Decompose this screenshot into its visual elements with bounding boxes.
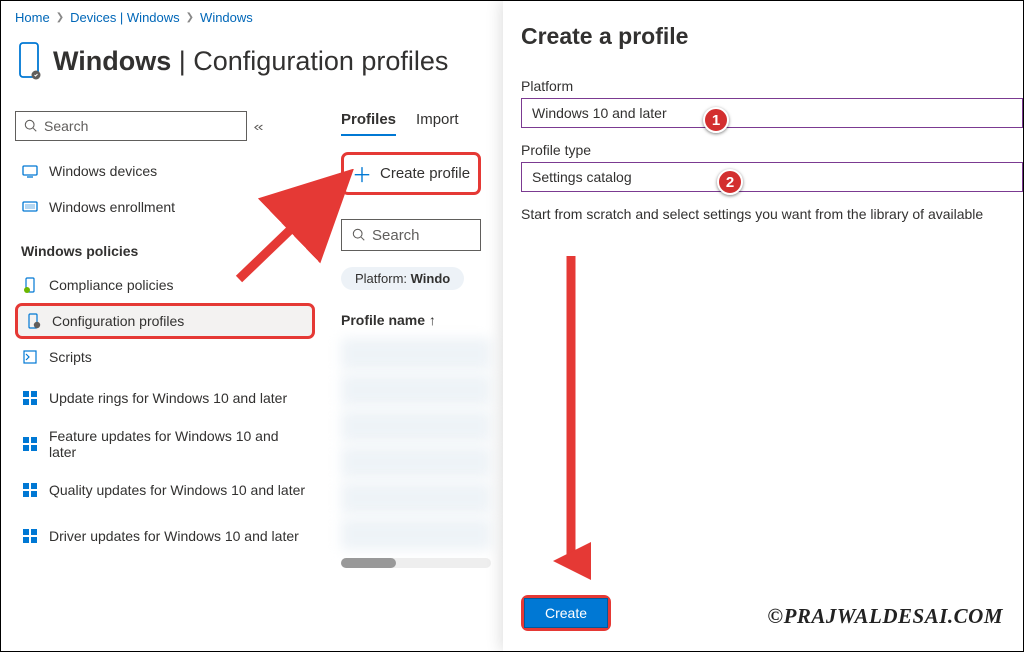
- watermark: ©PRAJWALDESAI.COM: [767, 604, 1003, 629]
- tab-profiles[interactable]: Profiles: [341, 111, 396, 136]
- platform-value: Windows 10 and later: [532, 105, 667, 121]
- sidebar-item-label: Windows enrollment: [49, 199, 175, 215]
- profiles-search-input[interactable]: Search: [341, 219, 481, 251]
- search-icon: [24, 119, 38, 133]
- horizontal-scrollbar[interactable]: [341, 558, 491, 568]
- sidebar-item-label: Scripts: [49, 349, 92, 365]
- sidebar-section-label: Windows policies: [21, 243, 315, 259]
- breadcrumb-devices[interactable]: Devices | Windows: [70, 10, 180, 25]
- profile-list-blurred: [341, 338, 491, 550]
- sidebar-item-label: Driver updates for Windows 10 and later: [49, 528, 299, 544]
- page-title: Windows | Configuration profiles: [53, 46, 448, 77]
- sidebar-item-driver-updates[interactable]: Driver updates for Windows 10 and later: [15, 513, 315, 559]
- sidebar-item-label: Feature updates for Windows 10 and later: [49, 428, 309, 460]
- config-profile-icon: [24, 313, 42, 329]
- platform-label: Platform: [521, 78, 1023, 94]
- create-profile-panel: Create a profile Platform Windows 10 and…: [503, 1, 1023, 651]
- scripts-icon: [21, 349, 39, 365]
- plus-icon: ＋: [352, 159, 372, 188]
- panel-help-text: Start from scratch and select settings y…: [521, 206, 1023, 222]
- sidebar-item-label: Quality updates for Windows 10 and later: [49, 482, 305, 498]
- sidebar-item-configuration-profiles[interactable]: Configuration profiles: [15, 303, 315, 339]
- windows-grid-icon: [21, 390, 39, 406]
- create-profile-button[interactable]: ＋ Create profile: [344, 155, 478, 192]
- search-icon: [352, 228, 366, 242]
- sidebar-item-label: Configuration profiles: [52, 313, 184, 329]
- profile-type-select[interactable]: Settings catalog: [521, 162, 1023, 192]
- sidebar-item-label: Update rings for Windows 10 and later: [49, 390, 287, 406]
- column-header-profile-name[interactable]: Profile name ↑: [341, 312, 501, 328]
- platform-filter-pill[interactable]: Platform: Windo: [341, 267, 464, 290]
- sidebar-item-scripts[interactable]: Scripts: [15, 339, 315, 375]
- compliance-icon: [21, 277, 39, 293]
- sidebar: Search « Windows devices Windows enrollm…: [15, 111, 315, 559]
- sidebar-item-update-rings[interactable]: Update rings for Windows 10 and later: [15, 375, 315, 421]
- search-placeholder: Search: [44, 118, 88, 134]
- sidebar-item-compliance-policies[interactable]: Compliance policies: [15, 267, 315, 303]
- windows-device-icon: [15, 41, 43, 81]
- collapse-sidebar-icon[interactable]: «: [254, 119, 264, 134]
- tab-import[interactable]: Import: [416, 111, 459, 136]
- sidebar-item-label: Windows devices: [49, 163, 157, 179]
- device-icon: [21, 163, 39, 179]
- sidebar-item-feature-updates[interactable]: Feature updates for Windows 10 and later: [15, 421, 315, 467]
- chevron-right-icon: ❯: [56, 12, 64, 23]
- sidebar-item-windows-devices[interactable]: Windows devices: [15, 153, 315, 189]
- panel-title: Create a profile: [521, 23, 1023, 50]
- sidebar-search-input[interactable]: Search: [15, 111, 247, 141]
- windows-grid-icon: [21, 482, 39, 498]
- profile-type-value: Settings catalog: [532, 169, 632, 185]
- sidebar-item-quality-updates[interactable]: Quality updates for Windows 10 and later: [15, 467, 315, 513]
- profile-type-label: Profile type: [521, 142, 1023, 158]
- enrollment-icon: [21, 199, 39, 215]
- windows-grid-icon: [21, 436, 39, 452]
- create-profile-label: Create profile: [380, 165, 470, 182]
- chevron-right-icon: ❯: [186, 12, 194, 23]
- search-placeholder: Search: [372, 227, 420, 244]
- windows-grid-icon: [21, 528, 39, 544]
- platform-select[interactable]: Windows 10 and later: [521, 98, 1023, 128]
- breadcrumb-home[interactable]: Home: [15, 10, 50, 25]
- annotation-badge-2: 2: [717, 169, 743, 195]
- sidebar-item-windows-enrollment[interactable]: Windows enrollment: [15, 189, 315, 225]
- sidebar-item-label: Compliance policies: [49, 277, 174, 293]
- create-button[interactable]: Create: [524, 598, 608, 628]
- profiles-pane: Profiles Import ＋ Create profile Search …: [341, 111, 501, 568]
- breadcrumb-windows[interactable]: Windows: [200, 10, 253, 25]
- annotation-badge-1: 1: [703, 107, 729, 133]
